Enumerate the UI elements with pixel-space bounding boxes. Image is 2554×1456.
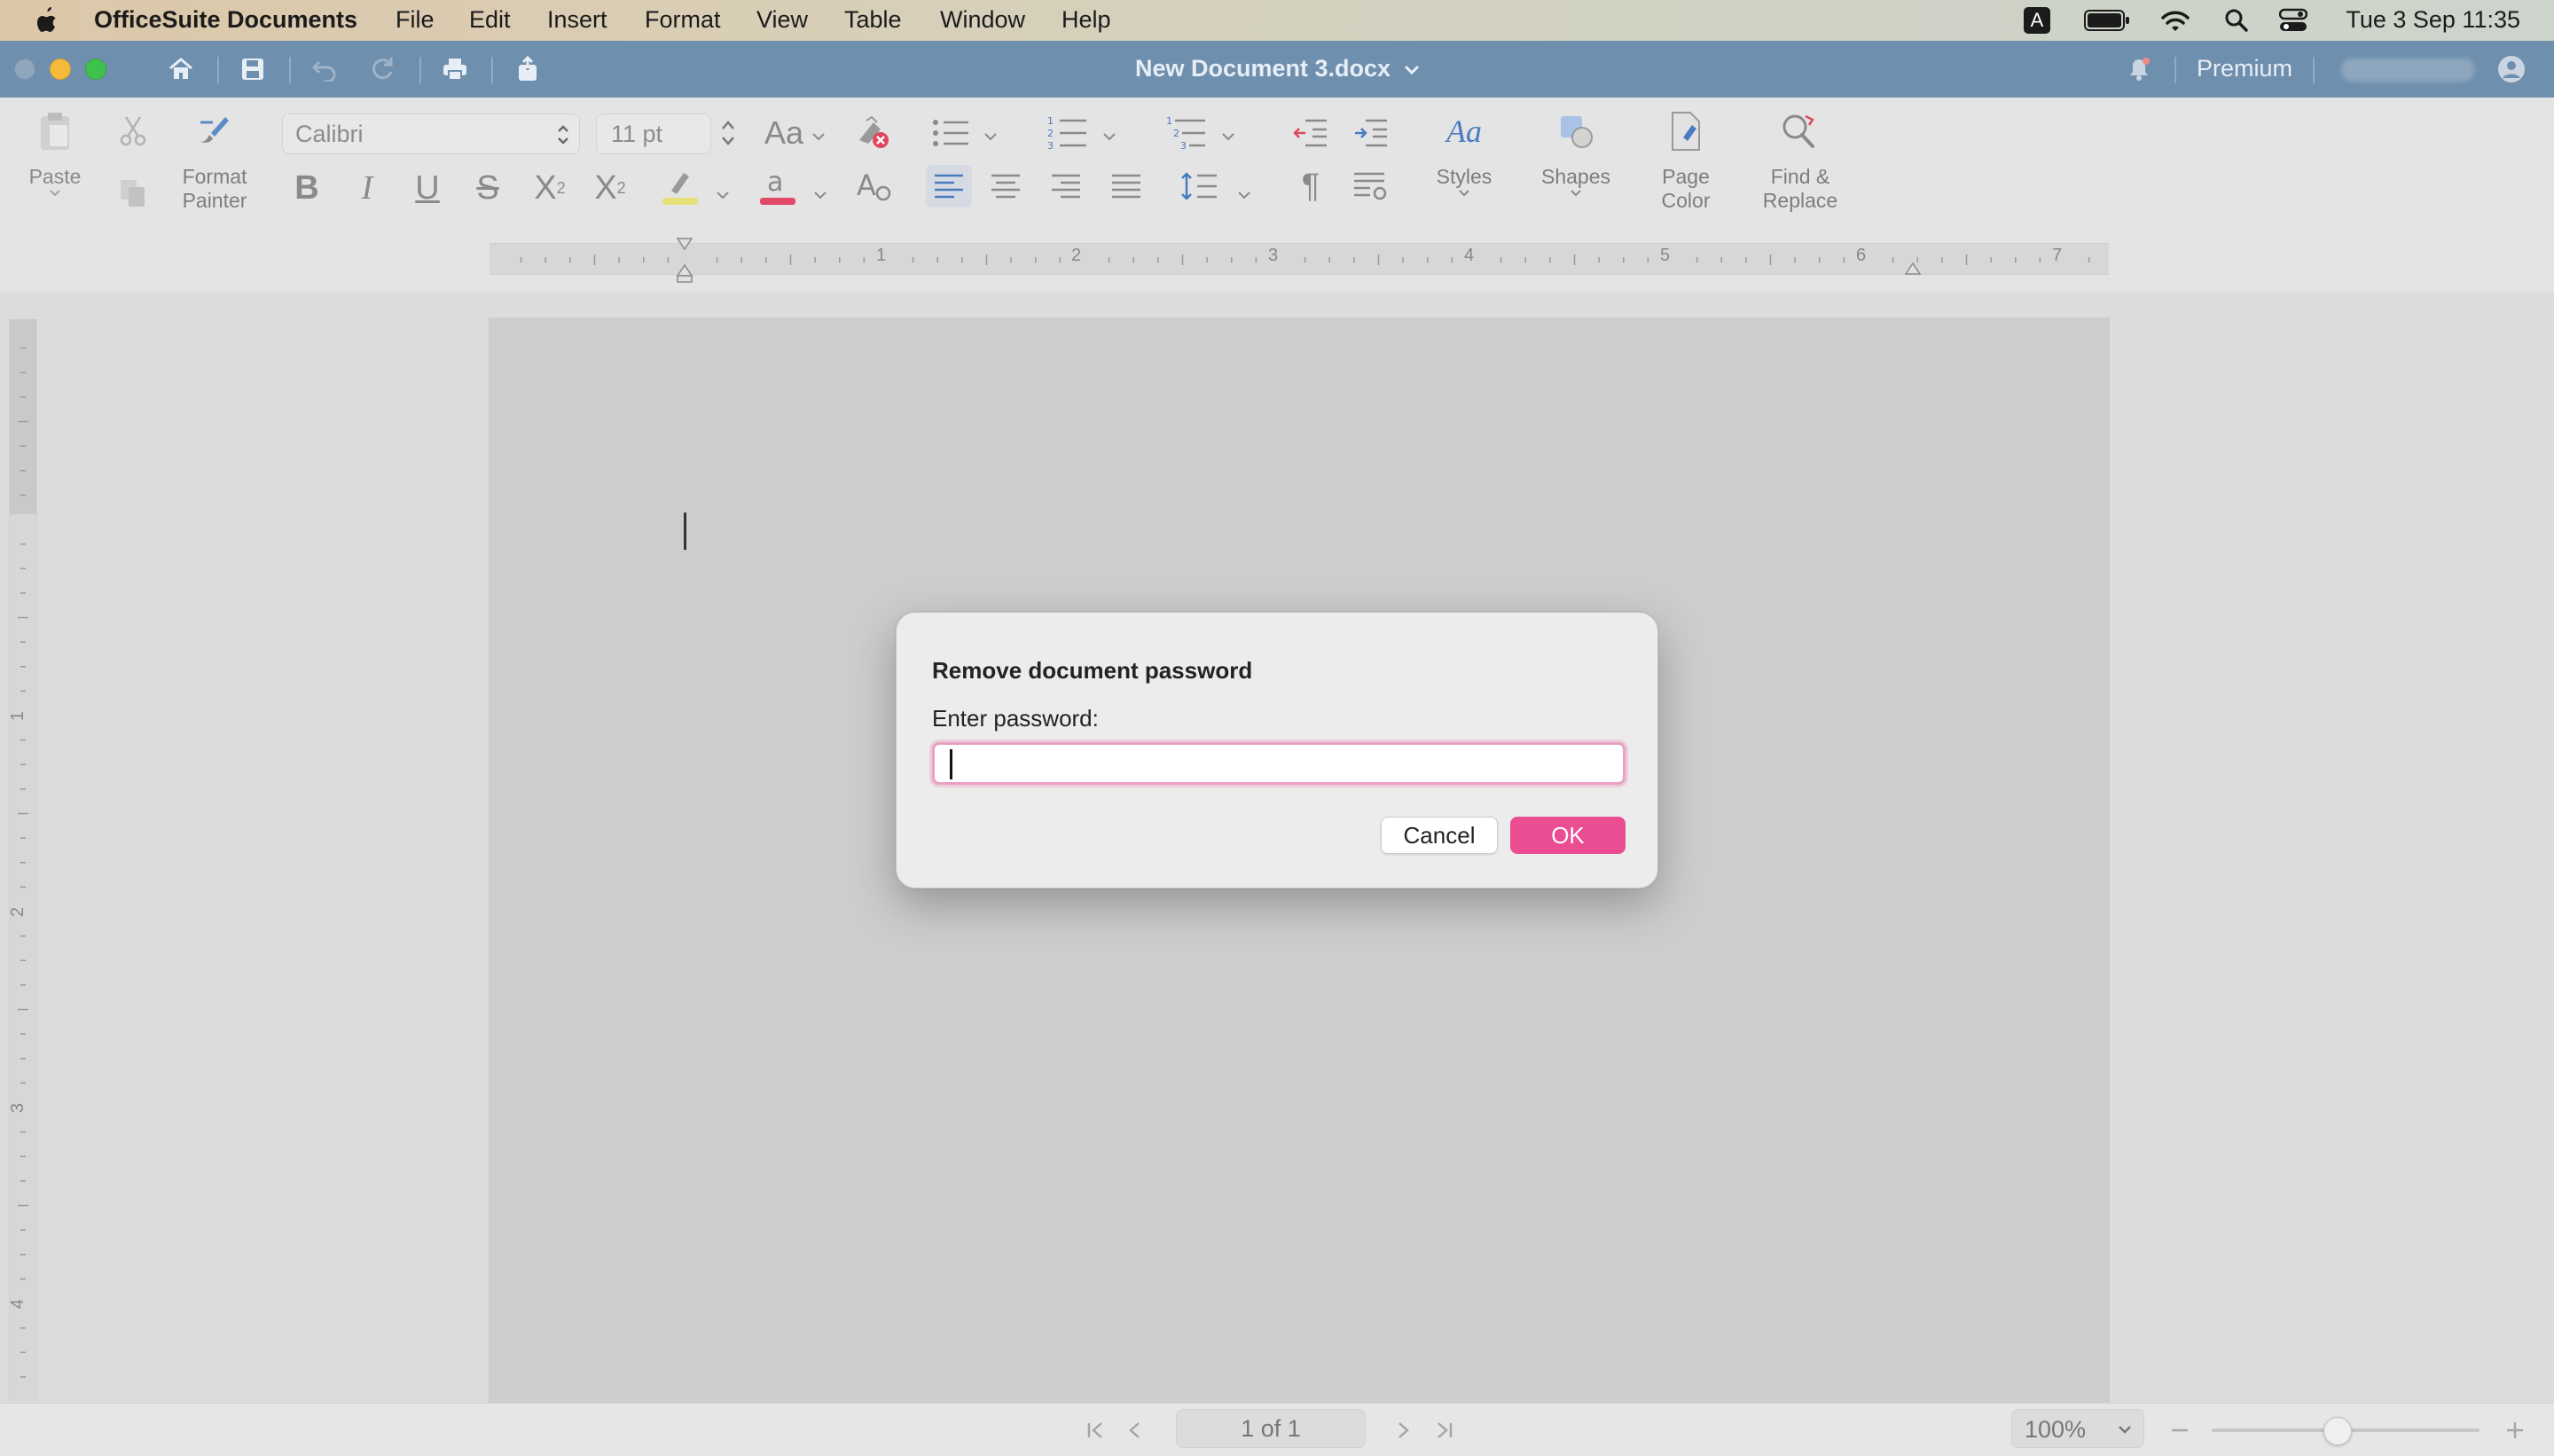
window-zoom-button[interactable] (85, 59, 106, 80)
menu-edit[interactable]: Edit (469, 6, 511, 34)
wifi-icon[interactable] (2160, 0, 2190, 41)
next-page-icon[interactable] (1387, 1414, 1419, 1446)
toolbar-separator (2174, 57, 2176, 83)
home-icon[interactable] (163, 51, 199, 87)
status-bar: 1 of 1 100% (0, 1403, 2554, 1456)
premium-button[interactable]: Premium (2197, 55, 2292, 82)
account-name-redacted[interactable] (2341, 59, 2474, 82)
menu-help[interactable]: Help (1062, 6, 1111, 34)
menu-format[interactable]: Format (645, 6, 721, 34)
password-label: Enter password: (932, 705, 1099, 732)
app-name-menu[interactable]: OfficeSuite Documents (94, 6, 357, 34)
notification-bell-icon[interactable] (2121, 51, 2157, 87)
input-caret (950, 749, 952, 779)
menu-bar-clock[interactable]: Tue 3 Sep 11:35 (2346, 6, 2520, 34)
spotlight-search-icon[interactable] (2224, 0, 2249, 41)
menu-table[interactable]: Table (844, 6, 902, 34)
macos-menu-bar: OfficeSuite Documents File Edit Insert F… (0, 0, 2554, 41)
last-page-icon[interactable] (1428, 1414, 1460, 1446)
toolbar-separator (419, 57, 421, 83)
page-indicator-text: 1 of 1 (1241, 1415, 1301, 1442)
remove-password-dialog: Remove document password Enter password:… (896, 612, 1658, 888)
input-source-label: A (2024, 7, 2050, 34)
battery-icon[interactable] (2084, 0, 2130, 41)
zoom-value: 100% (2025, 1416, 2087, 1443)
toolbar-separator (217, 57, 219, 83)
previous-page-icon[interactable] (1119, 1414, 1151, 1446)
toolbar-separator (289, 57, 291, 83)
zoom-select[interactable]: 100% (2011, 1409, 2144, 1448)
window-title-bar: New Document 3.docx Premium (0, 41, 2554, 98)
menu-view[interactable]: View (756, 6, 808, 34)
zoom-in-icon[interactable] (2499, 1414, 2531, 1446)
window-close-button[interactable] (14, 59, 35, 80)
page-indicator[interactable]: 1 of 1 (1176, 1409, 1366, 1448)
cancel-button[interactable]: Cancel (1381, 817, 1498, 854)
share-icon[interactable] (510, 51, 545, 87)
password-input[interactable] (932, 742, 1626, 785)
account-avatar-icon[interactable] (2494, 51, 2529, 87)
control-center-icon[interactable] (2279, 0, 2307, 41)
toolbar-separator (491, 57, 493, 83)
ok-button[interactable]: OK (1510, 817, 1626, 854)
zoom-slider-knob[interactable] (2323, 1417, 2352, 1445)
print-icon[interactable] (437, 51, 473, 87)
zoom-out-icon[interactable] (2164, 1414, 2196, 1446)
redo-icon[interactable] (365, 51, 401, 87)
window-minimize-button[interactable] (50, 59, 71, 80)
apple-logo-icon[interactable] (32, 5, 60, 35)
first-page-icon[interactable] (1080, 1414, 1112, 1446)
dialog-title: Remove document password (932, 657, 1253, 684)
save-icon[interactable] (235, 51, 270, 87)
menu-insert[interactable]: Insert (547, 6, 607, 34)
document-title-text: New Document 3.docx (1135, 55, 1391, 82)
toolbar-separator (2313, 57, 2315, 83)
chevron-down-icon (1404, 65, 1419, 75)
undo-icon[interactable] (307, 51, 342, 87)
document-title[interactable]: New Document 3.docx (1135, 55, 1421, 82)
menu-file[interactable]: File (396, 6, 435, 34)
menu-window[interactable]: Window (940, 6, 1025, 34)
input-source-icon[interactable]: A (2022, 0, 2052, 41)
chevron-down-icon (2119, 1426, 2131, 1434)
